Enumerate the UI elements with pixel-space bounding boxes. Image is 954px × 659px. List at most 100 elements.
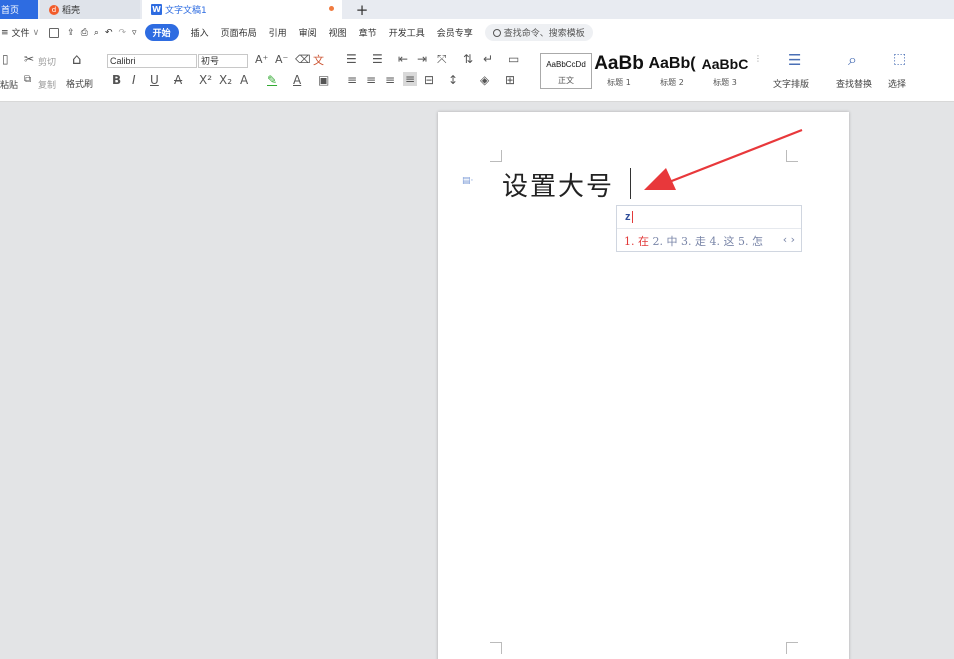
align-left-icon[interactable]: ≡ xyxy=(347,73,357,87)
print-preview-icon[interactable]: ⌕ xyxy=(94,28,99,38)
style-heading-1-preview: AaBb xyxy=(594,53,644,74)
char-border-icon[interactable]: ▣ xyxy=(318,73,329,87)
undo-icon[interactable]: ↶ xyxy=(105,28,113,38)
style-heading-3[interactable]: AaBbC 标题 3 xyxy=(700,53,750,89)
unsaved-dot-icon xyxy=(329,6,334,11)
tab-daoke[interactable]: d 稻壳 xyxy=(40,0,140,19)
style-heading-2-label: 标题 2 xyxy=(660,78,684,87)
borders-icon[interactable]: ⊞ xyxy=(505,73,515,87)
font-color-icon[interactable]: A xyxy=(293,73,301,87)
style-heading-2[interactable]: AaBb( 标题 2 xyxy=(646,53,698,89)
copy-icon[interactable]: ⧉ xyxy=(24,74,31,85)
find-replace-label[interactable]: 查找替换 xyxy=(836,77,872,90)
ime-candidate-first[interactable]: 1. 在 xyxy=(624,235,649,248)
menu-file[interactable]: 文件 xyxy=(12,26,30,39)
select-icon[interactable]: ⬚ xyxy=(893,51,906,67)
tab-daoke-label: 稻壳 xyxy=(62,6,81,16)
line-spacing-icon[interactable]: ↕ xyxy=(448,73,458,87)
text-caret xyxy=(630,168,631,199)
clear-format-icon[interactable]: ⌫ xyxy=(295,53,311,66)
title-bar: 首页 d 稻壳 W 文字文稿1 + xyxy=(0,0,954,19)
menu-member[interactable]: 会员专享 xyxy=(437,26,473,39)
font-name-select[interactable]: Calibri xyxy=(107,54,197,68)
numbering-icon[interactable]: ☰ xyxy=(372,52,383,66)
menu-view[interactable]: 视图 xyxy=(329,26,347,39)
highlight-icon[interactable]: ✎ xyxy=(267,73,277,87)
distributed-icon[interactable]: ⊟ xyxy=(424,73,434,87)
hamburger-icon[interactable]: ≡ xyxy=(1,28,9,38)
document-workspace[interactable]: ▤· 设置大号 xyxy=(0,102,954,659)
ime-candidate-list[interactable]: 1. 在 2. 中 3. 走 4. 这 5. 怎 xyxy=(624,233,763,249)
document-text[interactable]: 设置大号 xyxy=(502,166,614,203)
text-layout-label[interactable]: 文字排版 xyxy=(773,77,809,90)
justify-icon[interactable]: ≡ xyxy=(403,72,418,86)
export-icon[interactable]: ⇪ xyxy=(67,28,75,38)
bold-icon[interactable]: B xyxy=(112,73,121,87)
paste-icon[interactable]: ▯ xyxy=(2,52,9,66)
style-normal-label: 正文 xyxy=(558,76,574,85)
ime-candidate-popup[interactable]: z 1. 在 2. 中 3. 走 4. 这 5. 怎 ‹ › xyxy=(616,205,802,252)
arrow-head xyxy=(644,168,676,190)
find-replace-icon[interactable]: ⌕ xyxy=(848,50,857,70)
command-search-placeholder: 查找命令、搜索模板 xyxy=(503,29,585,39)
text-layout-icon[interactable]: ☰ xyxy=(788,51,801,69)
format-painter-icon[interactable]: ⌂ xyxy=(72,50,82,68)
style-heading-2-preview: AaBb( xyxy=(648,55,696,72)
redo-icon[interactable]: ↷ xyxy=(119,28,127,38)
shading-icon[interactable]: ◈ xyxy=(480,73,489,87)
align-right-icon[interactable]: ≡ xyxy=(385,73,395,87)
new-tab-button[interactable]: + xyxy=(352,0,372,19)
scissors-icon[interactable]: ✂ xyxy=(24,52,34,66)
copy-label[interactable]: 复制 xyxy=(38,78,56,91)
grow-font-icon[interactable]: A⁺ xyxy=(255,53,268,66)
chevron-down-icon[interactable]: ∨ xyxy=(33,28,40,38)
font-size-select[interactable]: 初号 xyxy=(198,54,248,68)
search-icon xyxy=(492,28,501,37)
ime-candidate-rest[interactable]: 2. 中 3. 走 4. 这 5. 怎 xyxy=(649,235,762,248)
table-tools-icon[interactable]: ▭ xyxy=(508,52,519,66)
ime-input-text: z xyxy=(625,211,631,223)
strikethrough-icon[interactable]: A xyxy=(174,73,182,87)
italic-icon[interactable]: I xyxy=(132,73,136,87)
style-heading-1[interactable]: AaBb 标题 1 xyxy=(594,53,644,89)
align-center-icon[interactable]: ≡ xyxy=(366,73,376,87)
styles-scroll-icon[interactable]: ⋮ xyxy=(754,54,762,63)
command-search[interactable]: 查找命令、搜索模板 xyxy=(484,24,593,41)
menu-insert[interactable]: 插入 xyxy=(191,26,209,39)
paragraph-handle-icon[interactable]: ▤· xyxy=(462,176,473,186)
save-icon[interactable] xyxy=(49,27,60,38)
ime-divider xyxy=(617,228,801,229)
phonetic-icon[interactable]: 文 xyxy=(313,52,324,68)
increase-indent-icon[interactable]: ⇥ xyxy=(417,52,427,66)
menu-page-layout[interactable]: 页面布局 xyxy=(221,26,257,39)
cut-label[interactable]: 剪切 xyxy=(38,55,56,68)
bullets-icon[interactable]: ☰ xyxy=(346,52,357,66)
show-marks-icon[interactable]: ↵ xyxy=(483,52,493,66)
print-icon[interactable]: ⎙ xyxy=(81,28,88,38)
tab-document[interactable]: W 文字文稿1 xyxy=(142,0,342,19)
underline-icon[interactable]: U xyxy=(150,73,159,87)
decrease-indent-icon[interactable]: ⇤ xyxy=(398,52,408,66)
style-heading-1-label: 标题 1 xyxy=(607,78,631,87)
menu-developer[interactable]: 开发工具 xyxy=(389,26,425,39)
menu-review[interactable]: 审阅 xyxy=(299,26,317,39)
select-label[interactable]: 选择 xyxy=(888,77,906,90)
tab-home[interactable]: 首页 xyxy=(0,0,38,19)
text-effect-icon[interactable]: A xyxy=(240,73,248,87)
sort-icon[interactable]: ⇅ xyxy=(463,52,473,66)
style-normal-preview: AaBbCcDd xyxy=(546,60,586,69)
ime-page-nav[interactable]: ‹ › xyxy=(783,233,795,246)
menu-chapter[interactable]: 章节 xyxy=(359,26,377,39)
menu-references[interactable]: 引用 xyxy=(269,26,287,39)
subscript-icon[interactable]: X₂ xyxy=(219,73,232,87)
ime-cursor xyxy=(632,211,633,223)
style-normal[interactable]: AaBbCcDd 正文 xyxy=(540,53,592,89)
customize-icon[interactable]: ▿ xyxy=(132,28,137,38)
format-painter-label[interactable]: 格式刷 xyxy=(66,77,93,90)
shrink-font-icon[interactable]: A⁻ xyxy=(275,53,288,66)
paste-label[interactable]: 粘贴 xyxy=(0,78,18,91)
superscript-icon[interactable]: X² xyxy=(199,73,212,87)
menu-start[interactable]: 开始 xyxy=(144,24,179,41)
chinese-layout-icon[interactable]: ⤧ xyxy=(437,52,447,67)
tab-home-label: 首页 xyxy=(1,6,20,16)
